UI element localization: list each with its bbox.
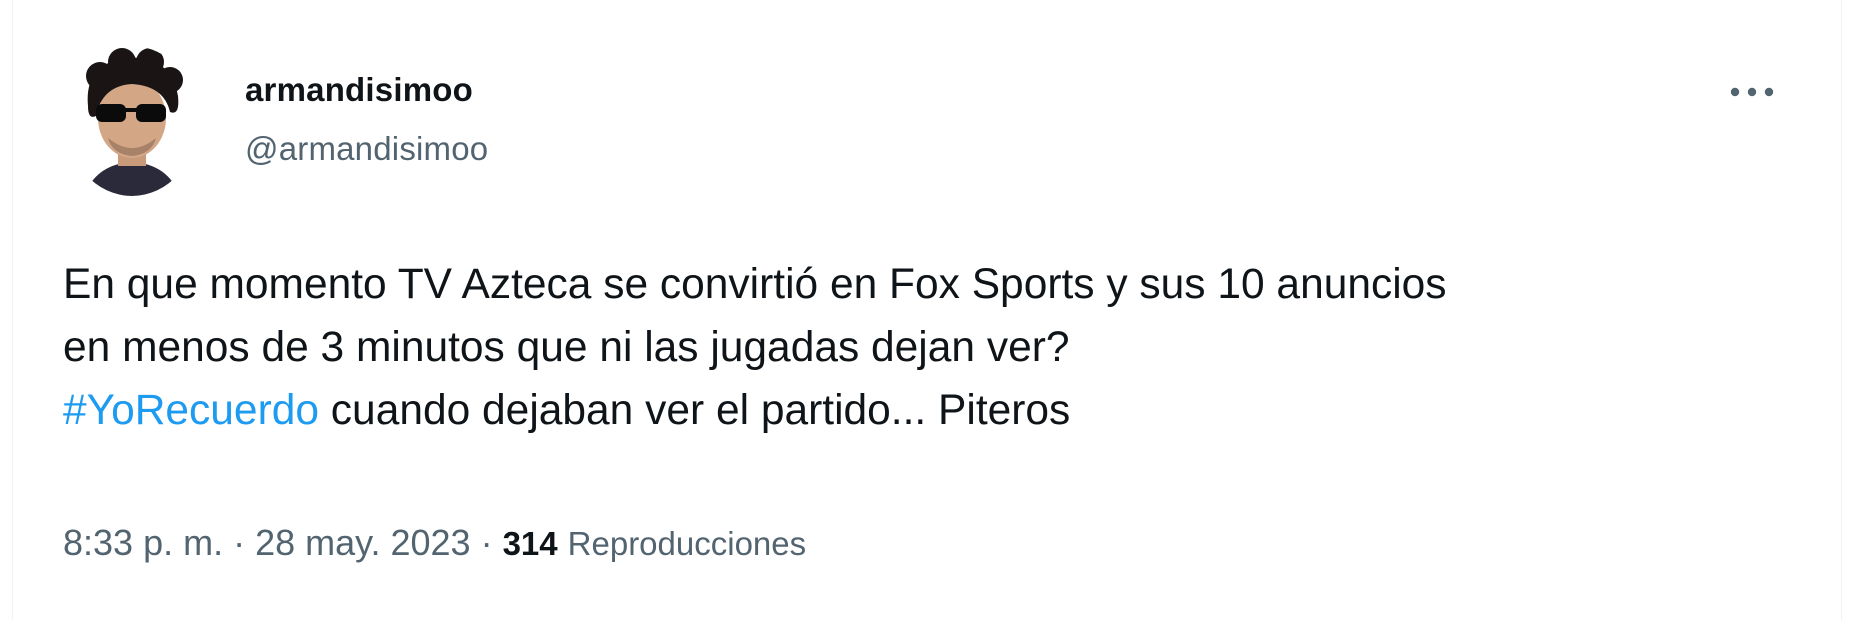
tweet-page: armandisimoo @armandisimoo En que moment…: [0, 0, 1856, 620]
avatar-image: [66, 46, 198, 196]
tweet-text-line: En que momento TV Azteca se convirtió en…: [63, 261, 1447, 308]
more-horizontal-icon: [1730, 87, 1774, 97]
views-count: 314: [502, 525, 558, 562]
tweet-text-line: #YoRecuerdo cuando dejaban ver el partid…: [63, 379, 1803, 442]
meta-separator: ·: [470, 522, 503, 563]
views-label: Reproducciones: [567, 525, 807, 562]
tweet-text: En que momento TV Azteca se convirtió en…: [63, 253, 1803, 442]
tweet-text-line: en menos de 3 minutos que ni las jugadas…: [63, 324, 1070, 371]
author-display-name[interactable]: armandisimoo: [245, 71, 473, 109]
tweet-text-tail: cuando dejaban ver el partido... Piteros: [319, 387, 1071, 434]
avatar[interactable]: [66, 46, 198, 196]
hashtag-link[interactable]: #YoRecuerdo: [63, 387, 319, 434]
meta-separator: ·: [223, 522, 256, 563]
more-options-button[interactable]: [1722, 70, 1782, 114]
author-handle[interactable]: @armandisimoo: [245, 130, 488, 168]
tweet-metadata: 8:33 p. m. · 28 may. 2023 · 314 Reproduc…: [63, 522, 806, 564]
tweet-time[interactable]: 8:33 p. m.: [63, 522, 223, 563]
tweet-date[interactable]: 28 may. 2023: [255, 522, 470, 563]
